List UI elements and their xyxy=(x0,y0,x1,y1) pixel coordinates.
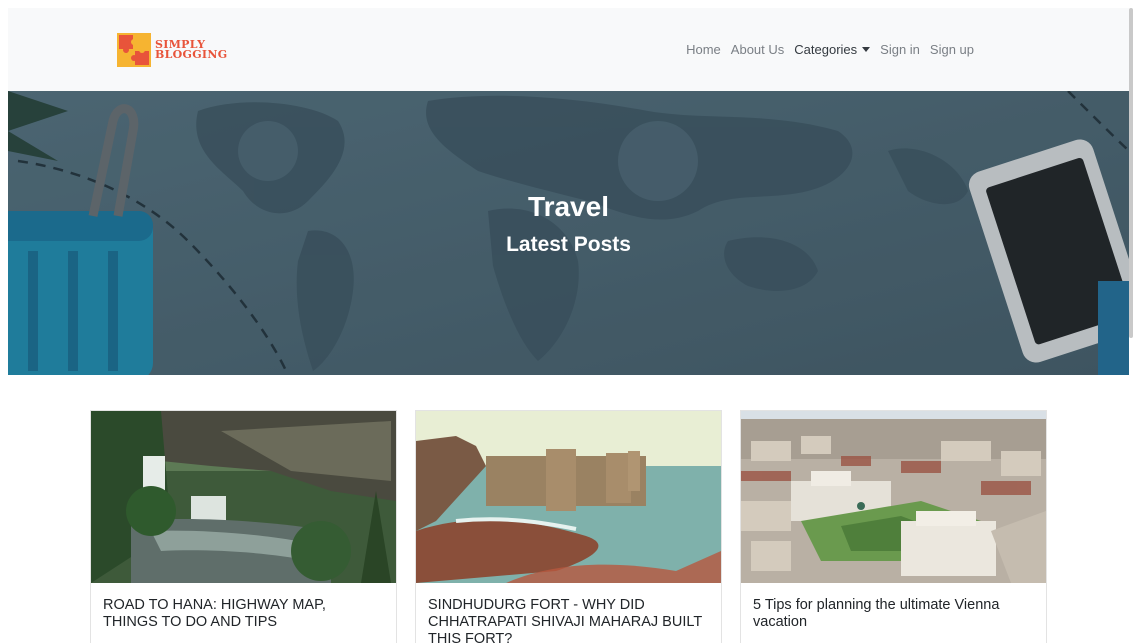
post-title: SINDHUDURG FORT - WHY DID CHHATRAPATI SH… xyxy=(428,597,702,643)
caret-down-icon xyxy=(862,47,871,52)
nav-menu: Home About Us Categories Sign in Sign up xyxy=(681,42,979,57)
nav-home[interactable]: Home xyxy=(681,42,726,57)
nav-categories-dropdown[interactable]: Categories xyxy=(789,42,875,57)
post-image-waterfall xyxy=(91,411,396,583)
post-image-vienna xyxy=(741,411,1046,583)
navbar: SIMPLY BLOGGING Home About Us Categories… xyxy=(8,8,1129,91)
nav-about-us[interactable]: About Us xyxy=(726,42,789,57)
brand-text: SIMPLY BLOGGING xyxy=(155,39,228,61)
hero-banner: Travel Latest Posts xyxy=(8,91,1129,375)
post-title: 5 Tips for planning the ultimate Vienna … xyxy=(753,597,1000,630)
post-card[interactable]: SINDHUDURG FORT - WHY DID CHHATRAPATI SH… xyxy=(415,410,722,643)
hero-subtitle: Latest Posts xyxy=(506,233,631,256)
nav-categories-label: Categories xyxy=(794,42,858,57)
post-title: ROAD TO HANA: HIGHWAY MAP, THINGS TO DO … xyxy=(103,597,326,630)
hero-title: Travel xyxy=(528,191,609,222)
nav-sign-up[interactable]: Sign up xyxy=(925,42,979,57)
puzzle-logo-icon xyxy=(117,32,151,67)
post-image-fort xyxy=(416,411,721,583)
post-cards: ROAD TO HANA: HIGHWAY MAP, THINGS TO DO … xyxy=(90,410,1047,643)
post-card[interactable]: ROAD TO HANA: HIGHWAY MAP, THINGS TO DO … xyxy=(90,410,397,643)
nav-sign-in[interactable]: Sign in xyxy=(875,42,925,57)
brand-line-2: BLOGGING xyxy=(155,47,228,61)
page: SIMPLY BLOGGING Home About Us Categories… xyxy=(8,8,1129,643)
scrollbar[interactable] xyxy=(1129,8,1133,338)
post-card[interactable]: 5 Tips for planning the ultimate Vienna … xyxy=(740,410,1047,643)
brand-logo[interactable]: SIMPLY BLOGGING xyxy=(117,32,227,67)
